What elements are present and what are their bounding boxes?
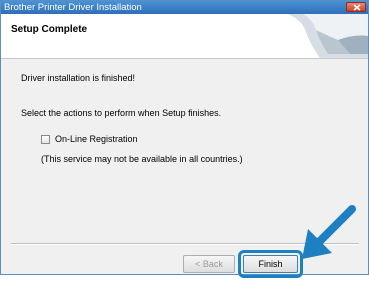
checkbox-label[interactable]: On-Line Registration: [55, 134, 138, 144]
title-bar[interactable]: Brother Printer Driver Installation: [1, 1, 368, 14]
actions-prompt: Select the actions to perform when Setup…: [21, 108, 222, 118]
close-button[interactable]: [346, 2, 366, 12]
close-icon: [353, 4, 361, 11]
completion-message: Driver installation is finished!: [21, 73, 136, 83]
page-title: Setup Complete: [11, 24, 88, 35]
back-button[interactable]: < Back: [183, 255, 235, 273]
header-panel: Setup Complete: [1, 14, 368, 59]
availability-note: (This service may not be available in al…: [41, 154, 243, 164]
online-registration-option[interactable]: On-Line Registration: [41, 134, 138, 144]
pointer-arrow-icon: [302, 205, 356, 259]
page-curl-graphic: [288, 14, 368, 58]
online-registration-checkbox[interactable]: [41, 134, 50, 144]
finish-button[interactable]: Finish: [243, 255, 298, 273]
window-title: Brother Printer Driver Installation: [4, 2, 142, 13]
